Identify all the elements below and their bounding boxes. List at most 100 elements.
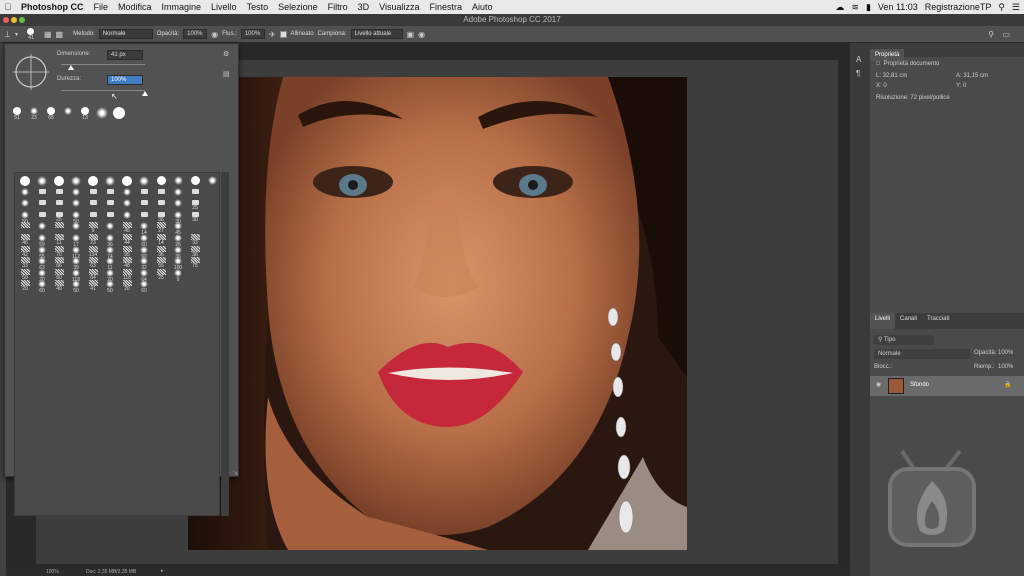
airbrush-icon[interactable]: ✈ [269,30,276,39]
metodo-select[interactable]: Normale [98,29,153,39]
durezza-field[interactable]: 100% [107,75,143,85]
brush-preset[interactable]: 9 [172,268,184,286]
document-image[interactable] [188,77,687,550]
layer-row[interactable]: ◉ Sfondo 🔒 [870,376,1024,396]
dimensione-field[interactable]: 41 px [107,50,143,60]
apple-icon[interactable]:  [0,2,16,12]
prop-x[interactable]: X: 0 [876,83,936,89]
brush-preset[interactable]: 20 [121,279,133,297]
recent-brush-preset[interactable] [96,106,108,124]
gear-icon[interactable]: ⚙ [223,50,229,58]
brush-tip-icon [72,245,80,254]
brush-preset[interactable]: 50 [70,279,82,297]
menu-selezione[interactable]: Selezione [273,2,323,12]
brush-panel-toggle-icon[interactable]: ▦ [44,30,52,39]
brush-tip-icon [27,27,35,35]
paragraph-icon[interactable]: ¶ [856,69,860,78]
menu-immagine[interactable]: Immagine [157,2,207,12]
prop-width[interactable]: L: 32,81 cm [876,73,936,79]
menu-livello[interactable]: Livello [206,2,242,12]
brush-preset[interactable]: 25 [155,268,167,286]
wifi-icon[interactable]: ≋ [851,2,859,13]
brush-tip-icon [207,176,217,185]
list-icon[interactable]: ☰ [1012,2,1020,13]
menu-visualizza[interactable]: Visualizza [374,2,424,12]
tab-tracciati[interactable]: Tracciati [922,313,954,329]
menu-aiuto[interactable]: Aiuto [467,2,498,12]
dropdown-arrow-icon[interactable]: ▾ [15,31,18,38]
clock[interactable]: Ven 11:03 [878,2,918,12]
prop-height[interactable]: A: 31,15 cm [956,73,988,79]
user-name[interactable]: RegistrazioneTP [925,2,992,12]
fill-field[interactable]: 100% [998,364,1013,370]
allineato-checkbox[interactable] [279,30,287,38]
brush-preset[interactable]: 30 [189,210,201,228]
layer-lock-icon: 🔒 [1004,382,1012,388]
opacita-label: Opacità: [156,31,180,37]
clone-source-icon[interactable]: ▩ [56,30,64,39]
stamp-tool-icon[interactable]: ⊥ [4,30,11,39]
menu-finestra[interactable]: Finestra [424,2,467,12]
recent-brush-preset[interactable]: 51 [11,106,23,124]
brush-tip-icon [38,280,46,289]
prop-y[interactable]: Y: 0 [956,83,966,89]
brush-size-label: 65 [48,115,54,121]
recent-brush-preset[interactable]: 23 [28,106,40,124]
zoom-window-icon[interactable] [19,17,25,23]
brush-size-label: 13 [82,115,88,121]
brush-tip-icon [140,200,148,206]
app-menu[interactable]: Photoshop CC [16,2,89,12]
brush-angle-preview[interactable] [13,54,49,90]
ignore-adjustment-icon[interactable]: ▣ [407,30,415,39]
new-preset-icon[interactable]: ▤ [223,70,230,78]
menu-filtro[interactable]: Filtro [323,2,353,12]
brush-preset[interactable]: 49 [53,279,65,297]
character-icon[interactable]: A [856,55,861,64]
layer-opacity-field[interactable]: 100% [998,350,1013,356]
recent-brush-preset[interactable] [113,106,125,124]
brush-preset[interactable]: 20 [19,279,31,297]
recent-brush-preset[interactable] [62,106,74,124]
tab-canali[interactable]: Canali [895,313,922,329]
zoom-level[interactable]: 100% [46,569,59,575]
menu-file[interactable]: File [89,2,114,12]
brush-preset[interactable]: 60 [138,279,150,297]
workspace-icon[interactable]: ▭ [1002,30,1010,39]
cloud-icon[interactable]: ☁ [835,2,844,13]
search-icon[interactable]: ⚲ [988,30,994,39]
flusso-field[interactable]: 100% [240,29,265,39]
menu-testo[interactable]: Testo [242,2,274,12]
dimensione-slider-thumb[interactable] [68,65,75,70]
pressure-opacity-icon[interactable]: ◉ [211,30,218,39]
close-window-icon[interactable] [3,17,9,23]
status-arrow-icon[interactable]: ▸ [161,568,164,574]
durezza-slider-track[interactable] [61,90,145,91]
visibility-eye-icon[interactable]: ◉ [876,381,881,388]
brush-preset[interactable]: 50 [104,279,116,297]
resize-grip-icon[interactable]: ⇲ [233,470,238,477]
tab-proprieta[interactable]: Proprietà [870,49,905,61]
menu-modifica[interactable]: Modifica [113,2,157,12]
brush-tip-icon [173,176,183,185]
campione-select[interactable]: Livello attuale [350,29,403,39]
brush-preset[interactable] [206,175,218,193]
brush-preset[interactable]: 60 [36,279,48,297]
durezza-slider-thumb[interactable] [142,91,148,96]
layer-filter-select[interactable]: ⚲ Tipo [874,335,934,345]
layer-filter-placeholder: Tipo [883,337,896,343]
brush-preset[interactable]: 41 [87,279,99,297]
brush-grid-scrollbar[interactable] [221,172,229,516]
recent-brush-preset[interactable]: 13 [79,106,91,124]
battery-icon[interactable]: ▮ [866,2,871,13]
menu-3d[interactable]: 3D [353,2,375,12]
search-icon[interactable]: ⚲ [998,2,1005,13]
opacita-field[interactable]: 100% [183,29,208,39]
pressure-size-icon[interactable]: ◉ [418,30,425,39]
brush-preset[interactable]: 75 [189,256,201,274]
blend-mode-select[interactable]: Normale [874,349,970,359]
minimize-window-icon[interactable] [11,17,17,23]
recent-brush-preset[interactable]: 65 [45,106,57,124]
tab-livelli[interactable]: Livelli [870,313,896,329]
brush-tip-icon [54,176,64,186]
brush-preset-button[interactable]: 41 [22,27,40,41]
